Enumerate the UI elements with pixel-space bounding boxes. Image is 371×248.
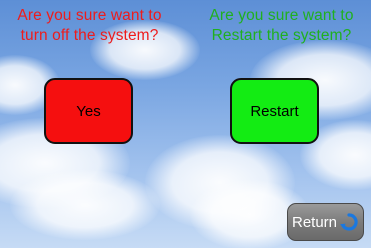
restart-button[interactable]: Restart (230, 78, 319, 144)
shutdown-prompt: Are you sure want to turn off the system… (2, 6, 177, 46)
restart-prompt: Are you sure want to Restart the system? (194, 6, 369, 46)
yes-button[interactable]: Yes (44, 78, 133, 144)
restart-button-label: Restart (250, 102, 299, 120)
yes-button-label: Yes (76, 102, 101, 120)
shutdown-prompt-line2: turn off the system? (20, 27, 159, 44)
return-button-label: Return (291, 213, 338, 231)
return-arrow-icon (339, 212, 359, 232)
restart-prompt-line1: Are you sure want to (209, 7, 354, 24)
confirmation-screen: Are you sure want to turn off the system… (0, 0, 371, 248)
restart-prompt-line2: Restart the system? (211, 27, 352, 44)
background-cloud (10, 170, 160, 240)
shutdown-prompt-line1: Are you sure want to (17, 7, 162, 24)
return-button[interactable]: Return (287, 203, 364, 241)
